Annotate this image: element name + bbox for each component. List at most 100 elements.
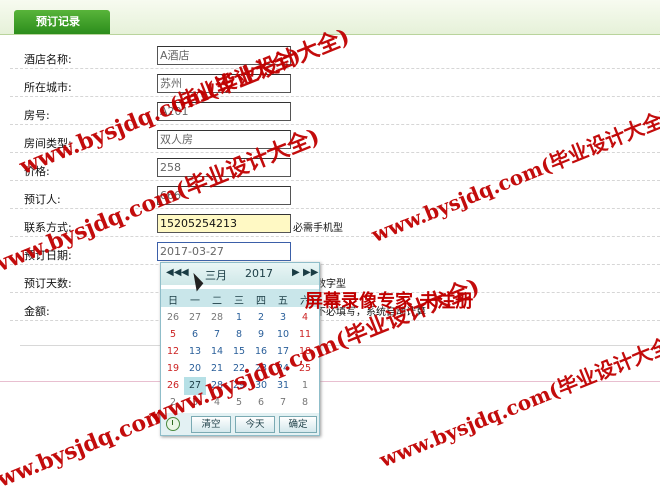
calendar-day[interactable]: 3	[272, 309, 294, 327]
row-divider	[10, 68, 660, 69]
room-type-label: 房间类型:	[24, 137, 72, 150]
room-number-input[interactable]: A201	[157, 102, 291, 121]
booker-input[interactable]: 666	[157, 186, 291, 205]
calendar-day[interactable]: 4	[294, 309, 316, 327]
contact-input[interactable]: 15205254213	[157, 214, 291, 233]
calendar-day[interactable]: 5	[162, 326, 184, 344]
form-row-days: 预订天数: 数字型	[0, 268, 660, 296]
calendar-day[interactable]: 27	[184, 309, 206, 327]
year-select[interactable]: 2017	[245, 267, 273, 280]
form-row-city: 所在城市: 苏州	[0, 72, 660, 100]
calendar-day[interactable]: 11	[294, 326, 316, 344]
calendar-day[interactable]: 29	[228, 377, 250, 395]
watermark-url: www.bysjdq.com(毕业设计大全)	[376, 329, 660, 473]
calendar-day[interactable]: 2	[162, 394, 184, 412]
calendar-day[interactable]: 6	[184, 326, 206, 344]
calendar-day[interactable]: 13	[184, 343, 206, 361]
calendar-day[interactable]: 1	[294, 377, 316, 395]
tab-booking-record[interactable]: 预订记录	[14, 10, 110, 34]
calendar-day[interactable]: 16	[250, 343, 272, 361]
contact-label: 联系方式:	[24, 221, 72, 234]
booker-label: 预订人:	[24, 193, 61, 206]
hotel-name-input[interactable]: A酒店	[157, 46, 291, 65]
next-year-button[interactable]: ▶▶	[303, 267, 318, 278]
page-divider	[0, 381, 660, 382]
days-label: 预订天数:	[24, 277, 72, 290]
prev-month-button[interactable]: ◀	[181, 267, 189, 278]
row-divider	[10, 152, 660, 153]
calendar-day[interactable]: 28	[206, 377, 228, 395]
calendar-day[interactable]: 9	[250, 326, 272, 344]
calendar-day[interactable]: 26	[162, 377, 184, 395]
calendar-day[interactable]: 5	[228, 394, 250, 412]
calendar-day[interactable]: 20	[184, 360, 206, 378]
calendar-day[interactable]: 23	[250, 360, 272, 378]
form-row-contact: 联系方式: 15205254213 必需手机型	[0, 212, 660, 240]
row-divider	[10, 292, 660, 293]
row-divider	[10, 236, 660, 237]
calendar-day[interactable]: 4	[206, 394, 228, 412]
row-divider	[10, 208, 660, 209]
date-picker-header: ◀◀ ◀ 三月 2017 ▶ ▶▶	[161, 263, 319, 285]
calendar-day[interactable]: 7	[272, 394, 294, 412]
calendar-day[interactable]: 22	[228, 360, 250, 378]
weekday-label: 一	[190, 296, 200, 307]
next-month-button[interactable]: ▶	[292, 267, 300, 278]
calendar-day[interactable]: 19	[162, 360, 184, 378]
calendar-day[interactable]: 14	[206, 343, 228, 361]
today-button[interactable]: 今天	[235, 416, 275, 433]
amount-label: 金额:	[24, 305, 50, 318]
weekday-label: 四	[256, 296, 266, 307]
calendar-day[interactable]: 31	[272, 377, 294, 395]
booking-date-input[interactable]: 2017-03-27	[157, 242, 291, 261]
date-picker-popup: ◀◀ ◀ 三月 2017 ▶ ▶▶ 日 一 二 三 四 五 六 26 27 28 1 2…	[160, 262, 320, 436]
clear-button[interactable]: 清空	[191, 416, 231, 433]
form-row-booker: 预订人: 666	[0, 184, 660, 212]
price-input[interactable]: 258	[157, 158, 291, 177]
form-row-amount: 金额: 不必填写，系统自动计算	[0, 296, 660, 324]
calendar-day[interactable]: 7	[206, 326, 228, 344]
row-divider	[10, 96, 660, 97]
calendar-day[interactable]: 18	[294, 343, 316, 361]
calendar-day[interactable]: 6	[250, 394, 272, 412]
calendar-day[interactable]: 3	[184, 394, 206, 412]
row-divider	[10, 124, 660, 125]
row-divider	[10, 264, 660, 265]
calendar-day[interactable]: 17	[272, 343, 294, 361]
weekday-label: 日	[168, 296, 178, 307]
calendar-day[interactable]: 8	[228, 326, 250, 344]
calendar-day[interactable]: 30	[250, 377, 272, 395]
tab-strip: 预订记录	[0, 0, 660, 35]
weekday-header: 日 一 二 三 四 五 六	[161, 289, 319, 307]
city-input[interactable]: 苏州	[157, 74, 291, 93]
calendar-day[interactable]: 25	[294, 360, 316, 378]
calendar-day[interactable]: 12	[162, 343, 184, 361]
clock-icon[interactable]	[166, 417, 180, 431]
calendar-day[interactable]: 2	[250, 309, 272, 327]
prev-year-button[interactable]: ◀◀	[166, 267, 181, 278]
form-footer-divider	[20, 345, 660, 346]
calendar-day[interactable]: 28	[206, 309, 228, 327]
price-label: 价格:	[24, 165, 50, 178]
weekday-label: 三	[234, 296, 244, 307]
calendar-day[interactable]: 26	[162, 309, 184, 327]
city-label: 所在城市:	[24, 81, 72, 94]
booking-date-label: 预订日期:	[24, 249, 72, 262]
calendar-day[interactable]: 27	[184, 377, 206, 395]
room-type-input[interactable]: 双人房	[157, 130, 291, 149]
calendar-day[interactable]: 15	[228, 343, 250, 361]
hotel-name-label: 酒店名称:	[24, 53, 72, 66]
calendar-day[interactable]: 21	[206, 360, 228, 378]
date-picker-footer: 清空 今天 确定	[161, 413, 319, 435]
days-hint: 数字型	[316, 279, 346, 290]
calendar-day[interactable]: 24	[272, 360, 294, 378]
month-select[interactable]: 三月	[205, 267, 227, 283]
ok-button[interactable]: 确定	[279, 416, 317, 433]
form-row-room-number: 房号: A201	[0, 100, 660, 128]
amount-hint: 不必填写，系统自动计算	[316, 307, 426, 318]
calendar-day[interactable]: 1	[228, 309, 250, 327]
room-number-label: 房号:	[24, 109, 50, 122]
calendar-day[interactable]: 8	[294, 394, 316, 412]
weekday-label: 五	[278, 296, 288, 307]
calendar-day[interactable]: 10	[272, 326, 294, 344]
